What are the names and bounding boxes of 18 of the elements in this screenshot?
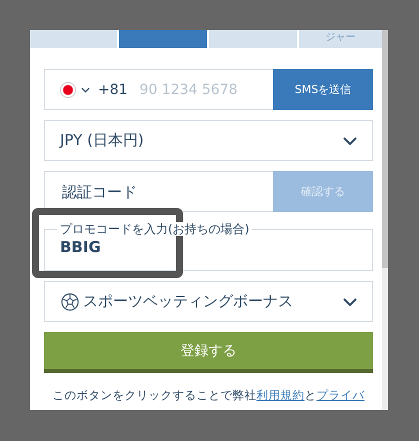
register-button[interactable]: 登録する (44, 332, 373, 373)
tab[interactable] (209, 30, 297, 48)
currency-select[interactable]: JPY (日本円) (44, 120, 373, 161)
phone-field[interactable]: +81 90 1234 5678 SMSを送信 (44, 69, 373, 110)
promo-code-field[interactable]: プロモコードを入力(お持ちの場合) BBIG (44, 222, 373, 271)
tab[interactable] (30, 30, 117, 48)
chevron-icon (343, 136, 357, 144)
soccer-ball-icon (61, 292, 79, 310)
chevron-icon (343, 298, 357, 306)
privacy-link[interactable]: プライバ (316, 388, 364, 402)
send-sms-button[interactable]: SMSを送信 (273, 69, 373, 110)
caret-icon (81, 86, 90, 92)
terms-text: このボタンをクリックすることで弊社利用規約 と プライバ (52, 388, 366, 403)
flag-icon (61, 82, 75, 96)
tab[interactable] (119, 30, 207, 48)
country-code: +81 (98, 82, 128, 98)
bonus-select[interactable]: スポーツベッティングボーナス (44, 281, 373, 322)
terms-link[interactable]: 利用規約 (256, 388, 304, 402)
